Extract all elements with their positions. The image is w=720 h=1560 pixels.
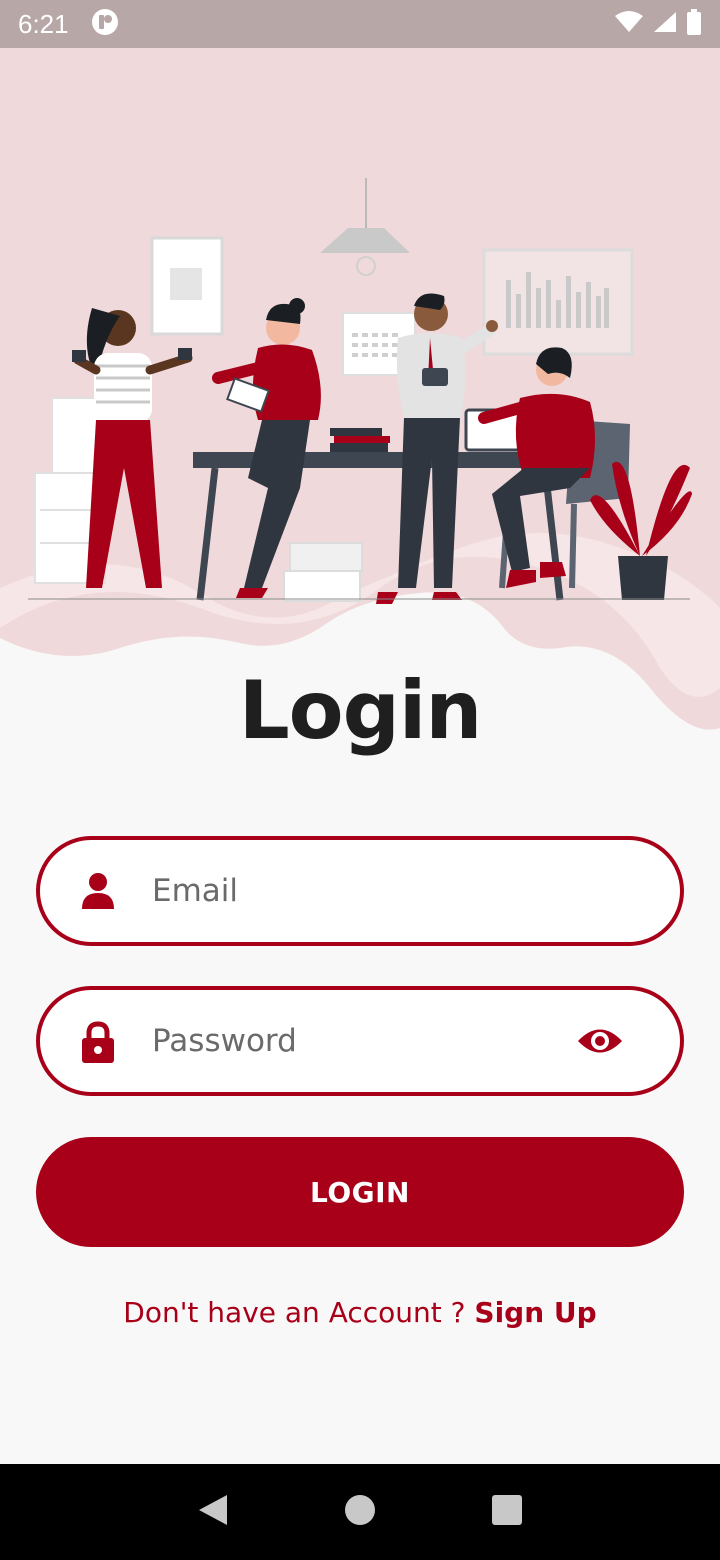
eye-icon[interactable] xyxy=(576,1024,624,1058)
password-field[interactable] xyxy=(36,986,684,1096)
wifi-icon xyxy=(614,10,644,39)
status-right xyxy=(614,8,702,40)
user-icon xyxy=(80,871,116,911)
cellular-signal-icon xyxy=(652,10,678,39)
email-input[interactable] xyxy=(152,840,570,942)
login-button[interactable]: LOGIN xyxy=(36,1137,684,1247)
page-title: Login xyxy=(238,664,483,757)
app-notification-icon xyxy=(91,8,119,41)
office-team-illustration xyxy=(0,48,720,730)
password-input[interactable] xyxy=(152,990,570,1092)
signup-row: Don't have an Account ? Sign Up xyxy=(0,1296,720,1329)
signup-link[interactable]: Sign Up xyxy=(474,1296,596,1329)
lock-icon xyxy=(80,1021,116,1063)
nav-bar xyxy=(0,1464,720,1560)
status-left: 6:21 xyxy=(18,8,119,41)
recents-icon[interactable] xyxy=(491,1494,523,1531)
battery-icon xyxy=(686,8,702,40)
status-time: 6:21 xyxy=(18,8,69,39)
email-field[interactable] xyxy=(36,836,684,946)
signup-prompt: Don't have an Account ? xyxy=(123,1296,475,1329)
back-icon[interactable] xyxy=(197,1493,229,1532)
hero-illustration xyxy=(0,48,720,748)
status-bar: 6:21 xyxy=(0,0,720,48)
home-icon[interactable] xyxy=(344,1494,376,1531)
